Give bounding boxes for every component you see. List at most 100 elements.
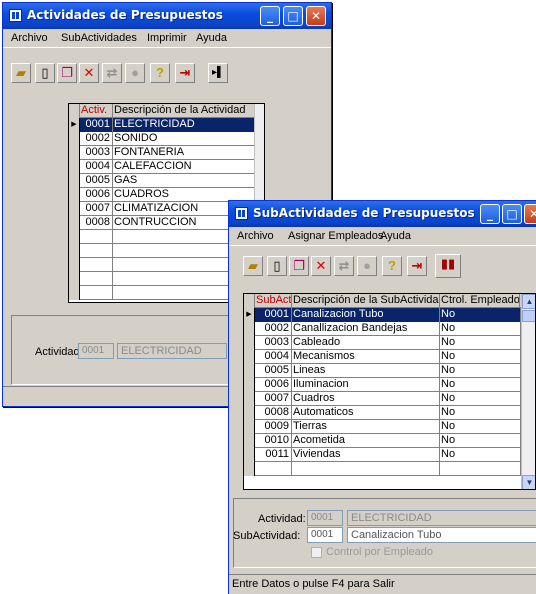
- cell-ctrol-empleado[interactable]: No: [440, 378, 521, 392]
- cell-code[interactable]: 0001: [80, 118, 113, 132]
- stop-icon[interactable]: ●: [125, 63, 145, 83]
- subactividad-desc-field[interactable]: Canalizacion Tubo: [347, 527, 536, 543]
- cell-code[interactable]: 0004: [255, 350, 292, 364]
- copy-icon[interactable]: ❐: [289, 256, 309, 276]
- actividades-titlebar[interactable]: Actividades de Presupuestos _ □ ✕: [3, 3, 331, 29]
- cell-code[interactable]: 0006: [255, 378, 292, 392]
- cell-description[interactable]: SONIDO: [113, 132, 255, 146]
- cell-description[interactable]: [292, 462, 440, 476]
- menu-asignar-empleados[interactable]: Asignar Empleados: [288, 230, 383, 242]
- table-row[interactable]: 0003 FONTANERIA: [69, 146, 264, 160]
- table-row[interactable]: 0003 Cableado No: [244, 336, 535, 350]
- close-button[interactable]: ✕: [524, 204, 536, 224]
- cell-description[interactable]: Viviendas: [292, 448, 440, 462]
- cell-code[interactable]: 0002: [255, 322, 292, 336]
- actividad-code-field[interactable]: 0001: [307, 510, 343, 526]
- cell-code[interactable]: 0001: [255, 308, 292, 322]
- table-row[interactable]: ▶ 0001 Canalizacion Tubo No: [244, 308, 535, 322]
- cell-ctrol-empleado[interactable]: No: [440, 406, 521, 420]
- exit-icon[interactable]: ⇥: [407, 256, 427, 276]
- cell-ctrol-empleado[interactable]: [440, 462, 521, 476]
- cell-code[interactable]: 0003: [255, 336, 292, 350]
- new-document-icon[interactable]: ▯: [35, 63, 55, 83]
- table-row[interactable]: 0006 Iluminacion No: [244, 378, 535, 392]
- minimize-button[interactable]: _: [260, 6, 280, 26]
- cell-description[interactable]: Acometida: [292, 434, 440, 448]
- table-row[interactable]: 0011 Viviendas No: [244, 448, 535, 462]
- scroll-thumb[interactable]: [522, 310, 535, 322]
- cell-code[interactable]: 0007: [80, 202, 113, 216]
- cell-code[interactable]: 0011: [255, 448, 292, 462]
- cell-code[interactable]: [80, 244, 113, 258]
- cell-code[interactable]: 0010: [255, 434, 292, 448]
- table-row[interactable]: 0002 SONIDO: [69, 132, 264, 146]
- cell-description[interactable]: Lineas: [292, 364, 440, 378]
- cell-code[interactable]: [80, 286, 113, 300]
- cell-code[interactable]: 0003: [80, 146, 113, 160]
- col-descripcion[interactable]: Descripción de la Actividad: [113, 104, 255, 118]
- scroll-up-icon[interactable]: ▲: [522, 294, 535, 309]
- cell-code[interactable]: [80, 230, 113, 244]
- cell-code[interactable]: 0005: [80, 174, 113, 188]
- table-row[interactable]: 0005 Lineas No: [244, 364, 535, 378]
- col-descripcion[interactable]: Descripción de la SubActividad: [292, 294, 440, 308]
- delete-icon[interactable]: ✕: [79, 63, 99, 83]
- table-row[interactable]: 0004 Mecanismos No: [244, 350, 535, 364]
- delete-icon[interactable]: ✕: [311, 256, 331, 276]
- table-row[interactable]: 0004 CALEFACCION: [69, 160, 264, 174]
- cell-ctrol-empleado[interactable]: No: [440, 392, 521, 406]
- table-row[interactable]: 0007 Cuadros No: [244, 392, 535, 406]
- cell-code[interactable]: 0008: [80, 216, 113, 230]
- actividad-desc-field[interactable]: ELECTRICIDAD: [347, 510, 536, 526]
- open-folder-icon[interactable]: ▰: [11, 63, 31, 83]
- cell-ctrol-empleado[interactable]: No: [440, 448, 521, 462]
- cell-description[interactable]: Cableado: [292, 336, 440, 350]
- swap-icon[interactable]: ⇄: [334, 256, 354, 276]
- cell-code[interactable]: 0008: [255, 406, 292, 420]
- cell-code[interactable]: 0005: [255, 364, 292, 378]
- cell-code[interactable]: 0004: [80, 160, 113, 174]
- maximize-button[interactable]: □: [283, 6, 303, 26]
- close-button[interactable]: ✕: [306, 6, 326, 26]
- table-row[interactable]: 0002 Canallizacion Bandejas No: [244, 322, 535, 336]
- scroll-down-icon[interactable]: ▼: [522, 475, 535, 489]
- menu-archivo[interactable]: Archivo: [11, 32, 48, 44]
- cell-ctrol-empleado[interactable]: No: [440, 434, 521, 448]
- minimize-button[interactable]: _: [480, 204, 500, 224]
- menu-ayuda[interactable]: Ayuda: [196, 32, 227, 44]
- cell-code[interactable]: [80, 258, 113, 272]
- swap-icon[interactable]: ⇄: [102, 63, 122, 83]
- cell-code[interactable]: 0006: [80, 188, 113, 202]
- stop-icon[interactable]: ●: [357, 256, 377, 276]
- cell-ctrol-empleado[interactable]: No: [440, 350, 521, 364]
- control-checkbox[interactable]: [311, 547, 322, 558]
- cell-code[interactable]: 0002: [80, 132, 113, 146]
- cell-ctrol-empleado[interactable]: No: [440, 322, 521, 336]
- table-row[interactable]: 0008 Automaticos No: [244, 406, 535, 420]
- menu-ayuda[interactable]: Ayuda: [380, 230, 411, 242]
- cell-description[interactable]: Automaticos: [292, 406, 440, 420]
- actividad-desc-field[interactable]: ELECTRICIDAD: [117, 343, 227, 359]
- cell-description[interactable]: FONTANERIA: [113, 146, 255, 160]
- cell-code[interactable]: 0009: [255, 420, 292, 434]
- employees-icon[interactable]: ▮▮: [435, 254, 461, 278]
- table-row[interactable]: ▶ 0001 ELECTRICIDAD: [69, 118, 264, 132]
- subactividades-titlebar[interactable]: SubActividades de Presupuestos _ □ ✕: [229, 201, 536, 227]
- menu-imprimir[interactable]: Imprimir: [147, 32, 187, 44]
- help-icon[interactable]: ?: [382, 256, 402, 276]
- cell-description[interactable]: GAS: [113, 174, 255, 188]
- actividad-code-field[interactable]: 0001: [78, 343, 114, 359]
- col-activ[interactable]: Activ.: [80, 104, 113, 118]
- cell-description[interactable]: Canallizacion Bandejas: [292, 322, 440, 336]
- maximize-button[interactable]: □: [502, 204, 522, 224]
- cell-description[interactable]: Mecanismos: [292, 350, 440, 364]
- col-ctrol-empleado[interactable]: Ctrol. Empleado: [440, 294, 520, 308]
- goto-icon[interactable]: ▸▌: [208, 63, 228, 83]
- cell-code[interactable]: 0007: [255, 392, 292, 406]
- table-row[interactable]: 0009 Tierras No: [244, 420, 535, 434]
- cell-ctrol-empleado[interactable]: No: [440, 336, 521, 350]
- cell-description[interactable]: ELECTRICIDAD: [113, 118, 255, 132]
- cell-description[interactable]: Canalizacion Tubo: [292, 308, 440, 322]
- cell-description[interactable]: CALEFACCION: [113, 160, 255, 174]
- cell-description[interactable]: Tierras: [292, 420, 440, 434]
